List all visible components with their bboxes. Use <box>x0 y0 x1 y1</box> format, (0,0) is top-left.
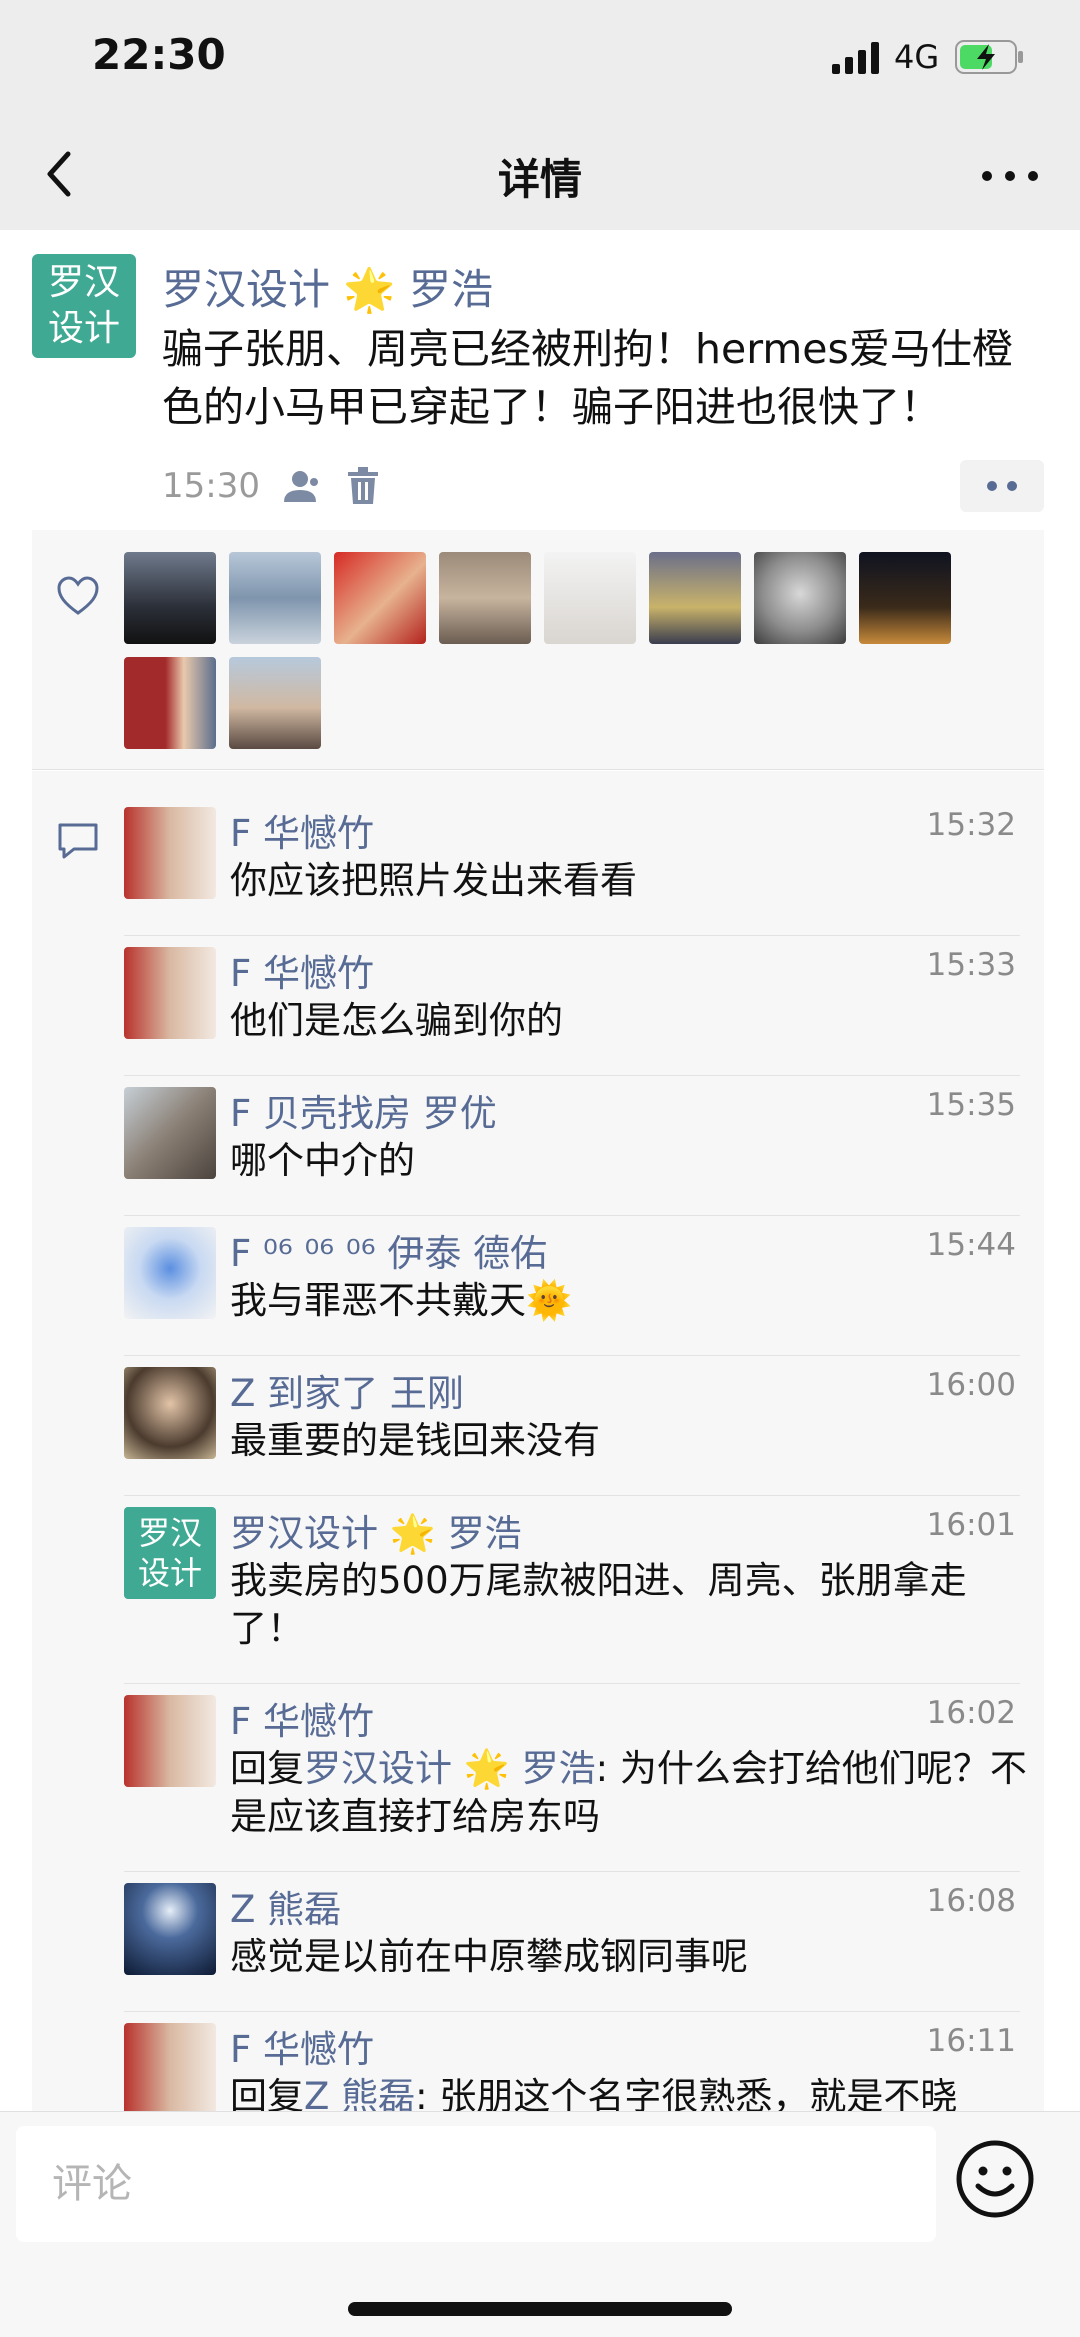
comment-time: 16:02 <box>926 1695 1016 1731</box>
divider <box>124 1215 1020 1216</box>
comment-item[interactable]: F 华憾竹 16:02 回复罗汉设计 🌟 罗浩: 为什么会打给他们呢？不是应该直… <box>124 1695 1044 1865</box>
commenter-name[interactable]: F 华憾竹 <box>230 803 374 857</box>
comment-time: 16:00 <box>926 1367 1016 1403</box>
liker-avatar[interactable] <box>229 657 321 749</box>
reply-to-name[interactable]: 罗汉设计 🌟 罗浩 <box>304 1747 596 1790</box>
comment-item[interactable]: F 华憾竹 16:11 回复Z 熊磊: 张朋这个名字很熟悉，就是不晓 <box>124 2023 1044 2111</box>
commenter-name[interactable]: 罗汉设计 🌟 罗浩 <box>230 1503 522 1557</box>
liker-avatar[interactable] <box>544 552 636 644</box>
trash-icon[interactable] <box>346 466 380 506</box>
commenter-name[interactable]: F 华憾竹 <box>230 1691 374 1745</box>
comments-section: F 华憾竹 15:32 你应该把照片发出来看看 F 华憾竹 15:33 他们是怎… <box>32 771 1044 2111</box>
comment-text: 你应该把照片发出来看看 <box>230 859 637 902</box>
divider <box>124 1683 1020 1684</box>
comment-text: 我卖房的500万尾款被阳进、周亮、张朋拿走了！ <box>230 1559 967 1650</box>
comment-time: 15:35 <box>926 1087 1016 1123</box>
liker-avatar[interactable] <box>859 552 951 644</box>
liker-avatar[interactable] <box>124 657 216 749</box>
comment-item[interactable]: F 华憾竹 15:33 他们是怎么骗到你的 <box>124 947 1044 1067</box>
status-time: 22:30 <box>92 30 226 79</box>
nav-bar: 详情 <box>0 120 1080 230</box>
comment-text: 感觉是以前在中原攀成钢同事呢 <box>230 1935 748 1978</box>
divider <box>124 2011 1020 2012</box>
liker-avatar[interactable] <box>754 552 846 644</box>
commenter-avatar[interactable] <box>124 1227 216 1319</box>
home-indicator[interactable] <box>348 2302 732 2316</box>
comment-time: 16:11 <box>926 2023 1016 2059</box>
commenter-avatar[interactable] <box>124 1695 216 1787</box>
commenter-name[interactable]: F ⁰⁶ ⁰⁶ ⁰⁶ 伊泰 德佑 <box>230 1223 547 1277</box>
battery-charging-icon <box>955 40 1023 74</box>
comment-time: 15:32 <box>926 807 1016 843</box>
comment-item[interactable]: F ⁰⁶ ⁰⁶ ⁰⁶ 伊泰 德佑 15:44 我与罪恶不共戴天🌞 <box>124 1227 1044 1347</box>
post-time: 15:30 <box>162 466 260 506</box>
commenter-name[interactable]: F 华憾竹 <box>230 2019 374 2073</box>
comment-text: 最重要的是钱回来没有 <box>230 1419 600 1462</box>
comment-item[interactable]: Z 到家了 王刚 16:00 最重要的是钱回来没有 <box>124 1367 1044 1487</box>
comment-time: 16:01 <box>926 1507 1016 1543</box>
comment-text: 回复Z 熊磊: 张朋这个名字很熟悉，就是不晓 <box>230 2073 1030 2111</box>
users-icon[interactable] <box>280 466 320 506</box>
status-bar: 22:30 4G <box>0 0 1080 120</box>
commenter-avatar[interactable] <box>124 1087 216 1179</box>
liker-avatar[interactable] <box>649 552 741 644</box>
signal-icon <box>832 42 879 74</box>
commenter-name[interactable]: F 华憾竹 <box>230 943 374 997</box>
page-title: 详情 <box>497 155 582 204</box>
reply-to-name[interactable]: Z 熊磊 <box>304 2075 415 2111</box>
commenter-avatar[interactable] <box>124 1367 216 1459</box>
comment-time: 15:33 <box>926 947 1016 983</box>
reply-prefix: 回复 <box>230 1747 304 1790</box>
comment-item[interactable]: F 华憾竹 15:32 你应该把照片发出来看看 <box>124 807 1044 927</box>
comment-text: 我与罪恶不共戴天🌞 <box>230 1279 573 1322</box>
liker-avatar[interactable] <box>229 552 321 644</box>
reply-prefix: 回复 <box>230 2075 304 2111</box>
heart-icon <box>57 576 99 615</box>
avatar-text-line: 罗汉 <box>47 262 120 303</box>
post-author-avatar[interactable]: 罗汉 设计 <box>32 254 136 358</box>
commenter-avatar[interactable] <box>124 2023 216 2111</box>
liker-avatar[interactable] <box>439 552 531 644</box>
comment-time: 16:08 <box>926 1883 1016 1919</box>
divider <box>124 935 1020 936</box>
network-label: 4G <box>894 38 940 76</box>
likes-section <box>32 530 1044 770</box>
reply-body: : 张朋这个名字很熟悉，就是不晓 <box>415 2075 958 2111</box>
comment-text: 他们是怎么骗到你的 <box>230 999 563 1042</box>
post-actions-button[interactable] <box>960 460 1044 512</box>
comment-text: 哪个中介的 <box>230 1139 415 1182</box>
post-author-name[interactable]: 罗汉设计 🌟 罗浩 <box>162 256 493 317</box>
commenter-avatar[interactable] <box>124 1883 216 1975</box>
avatar-text-line: 罗汉 <box>137 1514 202 1552</box>
commenter-name[interactable]: Z 到家了 王刚 <box>230 1363 464 1417</box>
comment-text: 回复罗汉设计 🌟 罗浩: 为什么会打给他们呢？不是应该直接打给房东吗 <box>230 1745 1030 1841</box>
post-text: 骗子张朋、周亮已经被刑拘！hermes爱马仕橙色的小马甲已穿起了！骗子阳进也很快… <box>162 325 1013 431</box>
emoji-icon[interactable] <box>954 2138 1036 2220</box>
divider <box>124 1075 1020 1076</box>
comment-input-bar <box>0 2111 1080 2337</box>
commenter-name[interactable]: Z 熊磊 <box>230 1879 341 1933</box>
divider <box>124 1355 1020 1356</box>
commenter-avatar[interactable]: 罗汉 设计 <box>124 1507 216 1599</box>
more-icon[interactable] <box>975 156 1045 196</box>
liker-avatar[interactable] <box>124 552 216 644</box>
liker-avatar[interactable] <box>334 552 426 644</box>
divider <box>124 1871 1020 1872</box>
comment-input[interactable] <box>16 2126 936 2242</box>
avatar-text-line: 设计 <box>47 308 120 349</box>
commenter-avatar[interactable] <box>124 947 216 1039</box>
commenter-name[interactable]: F 贝壳找房 罗优 <box>230 1083 497 1137</box>
comment-bubble-icon <box>58 823 98 859</box>
comment-item[interactable]: 罗汉 设计 罗汉设计 🌟 罗浩 16:01 我卖房的500万尾款被阳进、周亮、张… <box>124 1507 1044 1677</box>
comment-item[interactable]: F 贝壳找房 罗优 15:35 哪个中介的 <box>124 1087 1044 1207</box>
commenter-avatar[interactable] <box>124 807 216 899</box>
comment-time: 15:44 <box>926 1227 1016 1263</box>
comment-item[interactable]: Z 熊磊 16:08 感觉是以前在中原攀成钢同事呢 <box>124 1883 1044 2003</box>
divider <box>124 1495 1020 1496</box>
avatar-text-line: 设计 <box>137 1554 202 1592</box>
